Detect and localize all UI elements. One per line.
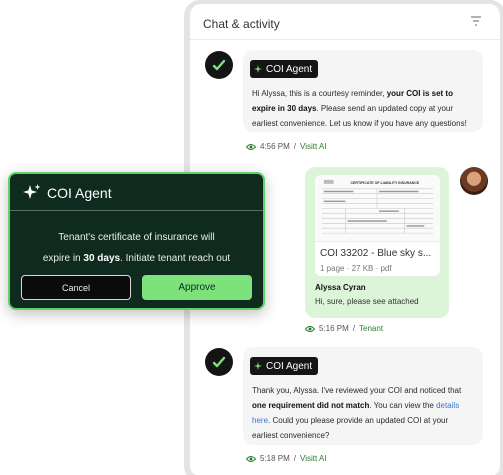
agent-avatar bbox=[205, 51, 233, 79]
agent-message-text: Hi Alyssa, this is a courtesy reminder, … bbox=[252, 86, 470, 131]
message-text-segment: Hi Alyssa, this is a courtesy reminder, bbox=[252, 89, 387, 98]
panel-header: Chat & activity bbox=[190, 4, 500, 40]
message-meta: 4:56 PM / Visitt AI bbox=[246, 142, 327, 151]
filter-icon[interactable] bbox=[470, 15, 482, 27]
agent-message-bubble: COI Agent Hi Alyssa, this is a courtesy … bbox=[243, 50, 483, 132]
meta-separator: / bbox=[293, 454, 297, 463]
sparkle-icon bbox=[23, 184, 41, 199]
cancel-button[interactable]: Cancel bbox=[21, 275, 131, 300]
user-name: Alyssa Cyran bbox=[315, 283, 366, 292]
agent-message-bubble: COI Agent Thank you, Alyssa. I've review… bbox=[243, 347, 483, 445]
message-text-segment: . Could you please provide an updated CO… bbox=[252, 416, 449, 440]
coi-agent-popup: COI Agent Tenant's certificate of insura… bbox=[8, 172, 265, 310]
eye-icon bbox=[305, 325, 315, 332]
user-message-text: Hi, sure, please see attached bbox=[315, 297, 419, 306]
agent-message-text: Thank you, Alyssa. I've reviewed your CO… bbox=[252, 383, 474, 443]
message-source: Visitt AI bbox=[300, 454, 327, 463]
coi-agent-tag: COI Agent bbox=[250, 357, 319, 375]
agent-tag-label: COI Agent bbox=[266, 360, 313, 372]
message-text-bold: one requirement did not match bbox=[252, 401, 370, 410]
message-text-segment: Thank you, Alyssa. I've reviewed your CO… bbox=[252, 386, 462, 395]
coi-agent-tag: COI Agent bbox=[250, 60, 319, 78]
message-meta: 5:18 PM / Visitt AI bbox=[246, 454, 327, 463]
eye-icon bbox=[246, 143, 256, 150]
attachment-card[interactable]: CERTIFICATE OF LIABILITY INSURANCE COI 3… bbox=[315, 175, 440, 276]
user-message-bubble: CERTIFICATE OF LIABILITY INSURANCE COI 3… bbox=[305, 167, 449, 318]
agent-avatar bbox=[205, 348, 233, 376]
message-source: Visitt AI bbox=[300, 142, 327, 151]
popup-text-segment: expire in bbox=[42, 253, 84, 264]
agent-tag-label: COI Agent bbox=[266, 63, 313, 75]
message-time: 5:16 PM bbox=[319, 324, 349, 333]
popup-header: COI Agent bbox=[10, 174, 263, 211]
document-heading: CERTIFICATE OF LIABILITY INSURANCE bbox=[351, 181, 420, 185]
meta-separator: / bbox=[352, 324, 356, 333]
message-time: 4:56 PM bbox=[260, 142, 290, 151]
message-time: 5:18 PM bbox=[260, 454, 290, 463]
checkmark-icon bbox=[212, 356, 226, 368]
checkmark-icon bbox=[212, 59, 226, 71]
document-thumbnail: CERTIFICATE OF LIABILITY INSURANCE bbox=[315, 175, 440, 242]
message-meta: 5:16 PM / Tenant bbox=[305, 324, 383, 333]
approve-button[interactable]: Approve bbox=[142, 275, 252, 300]
popup-body-line: expire in 30 days. Initiate tenant reach… bbox=[10, 248, 263, 269]
popup-title: COI Agent bbox=[47, 185, 112, 201]
eye-icon bbox=[246, 455, 256, 462]
popup-body-line: Tenant's certificate of insurance will bbox=[58, 232, 215, 243]
sparkle-icon bbox=[254, 362, 262, 370]
popup-text-segment: . Initiate tenant reach out bbox=[120, 253, 231, 264]
attachment-filename: COI 33202 - Blue sky s... bbox=[320, 248, 432, 259]
message-source: Tenant bbox=[359, 324, 384, 333]
panel-title: Chat & activity bbox=[203, 17, 280, 31]
sparkle-icon bbox=[254, 65, 262, 73]
popup-body: Tenant's certificate of insurance will e… bbox=[10, 227, 263, 269]
user-avatar bbox=[460, 167, 488, 195]
popup-text-bold: 30 days bbox=[83, 253, 121, 264]
meta-separator: / bbox=[293, 142, 297, 151]
message-text-segment: . You can view the bbox=[369, 401, 437, 410]
attachment-meta: 1 page · 27 KB · pdf bbox=[320, 264, 392, 273]
